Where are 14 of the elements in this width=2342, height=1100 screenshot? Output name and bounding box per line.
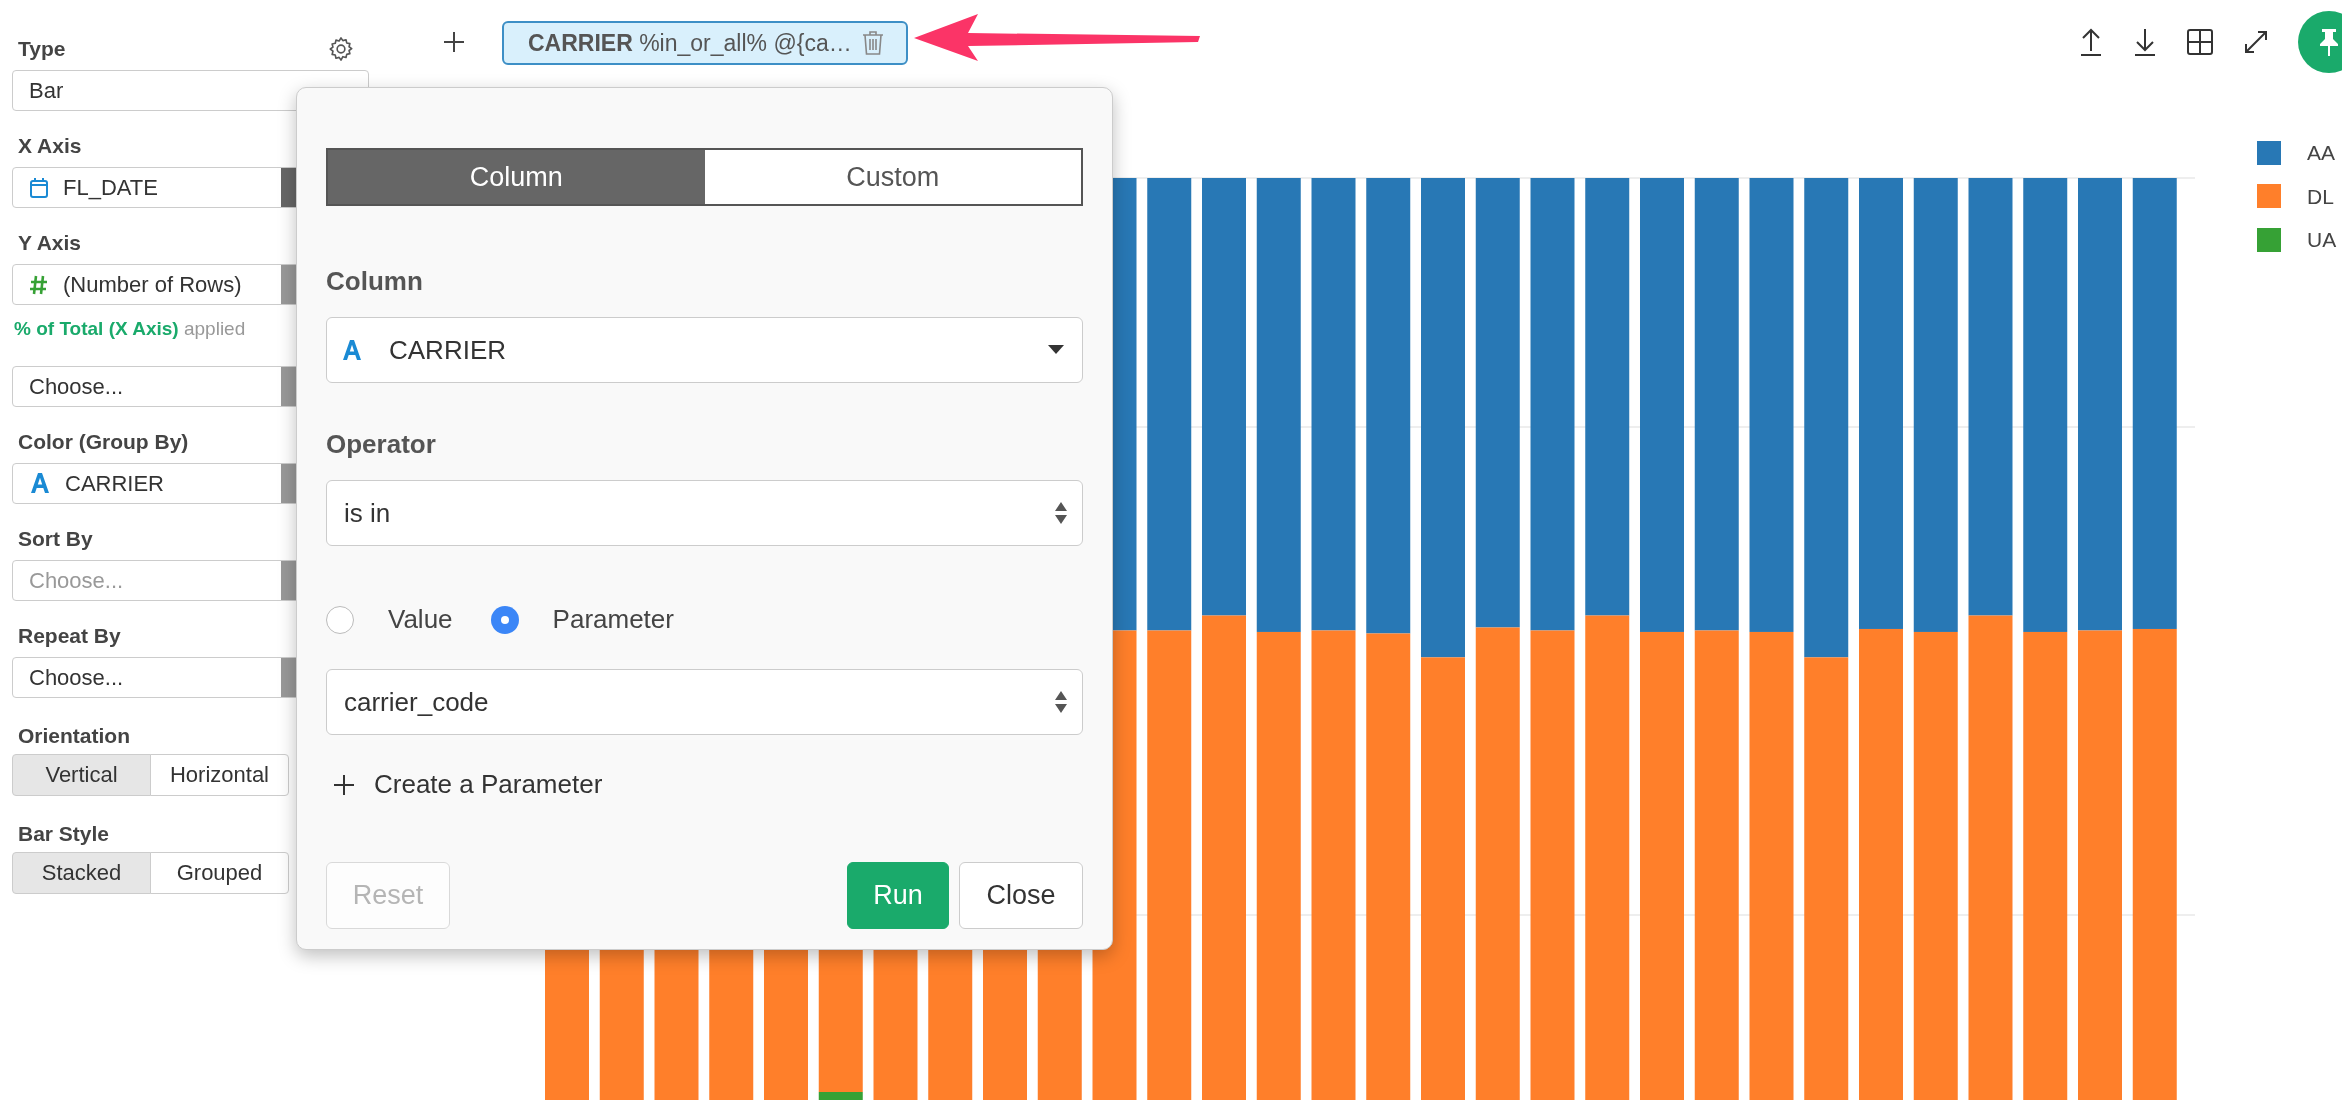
legend-label: AA: [2307, 140, 2335, 166]
field-label: Color (Group By): [18, 428, 189, 455]
filter-text: CARRIER %in_or_all% @{ca…: [528, 28, 852, 58]
aggregation-note: % of Total (X Axis) applied: [13, 317, 247, 341]
field-label: Sort By: [18, 525, 93, 552]
field-label: Bar Style: [17, 820, 111, 844]
field-label: Y Axis: [18, 230, 82, 257]
legend-label: DL: [2307, 183, 2334, 210]
field-label: Orientation: [17, 722, 131, 746]
field-label: X Axis: [18, 133, 82, 160]
field-label: Repeat By: [18, 622, 121, 649]
field-label: Type: [18, 36, 66, 63]
field-label: Operator: [326, 428, 437, 461]
legend-label: UA: [2307, 227, 2337, 253]
